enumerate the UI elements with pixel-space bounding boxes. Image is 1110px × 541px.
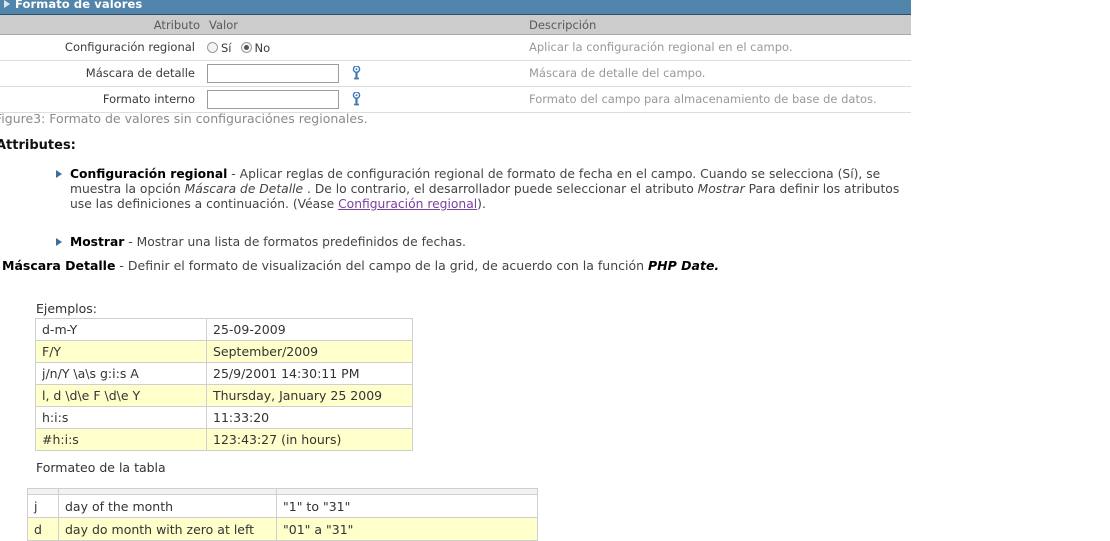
formato-interno-input[interactable] xyxy=(207,90,339,109)
example-result: Thursday, January 25 2009 xyxy=(206,384,413,407)
bullet-configuracion-regional: Configuración regional - Aplicar reglas … xyxy=(55,167,900,212)
field-description-formato-interno: Formato del campo para almacenamiento de… xyxy=(529,92,877,106)
panel-title-bar: Formato de valores xyxy=(0,0,911,15)
column-header-description: Descripción xyxy=(529,18,597,32)
attributes-heading: Attributes: xyxy=(0,138,76,153)
help-icon[interactable] xyxy=(351,66,362,81)
example-result: 123:43:27 (in hours) xyxy=(206,428,413,451)
table-row: #h:i:s 123:43:27 (in hours) xyxy=(35,428,413,451)
mascara-detalle-paragraph: Máscara Detalle - Definir el formato de … xyxy=(2,258,719,273)
bullet-italic-mostrar: Mostrar xyxy=(697,182,745,196)
collapse-triangle-icon[interactable] xyxy=(4,0,10,8)
field-label-mascara-de-detalle: Máscara de detalle xyxy=(85,66,195,80)
bullet-dash: - xyxy=(124,235,137,249)
format-range: "01" a "31" xyxy=(276,517,538,541)
link-configuracion-regional[interactable]: Configuración regional xyxy=(338,197,477,211)
example-format: l, d \d\e F \d\e Y xyxy=(35,384,207,407)
radio-si-icon[interactable] xyxy=(207,42,218,53)
field-label-configuracion-regional: Configuración regional xyxy=(64,40,195,54)
examples-table: d-m-Y 25-09-2009 F/Y September/2009 j/n/… xyxy=(35,318,413,451)
bullet-text-4: ). xyxy=(477,197,486,211)
panel-title-text: Formato de valores xyxy=(15,0,143,11)
format-description: day do month with zero at left xyxy=(58,517,277,541)
table-row: j/n/Y \a\s g:i:s A 25/9/2001 14:30:11 PM xyxy=(35,362,413,385)
example-format: #h:i:s xyxy=(35,428,207,451)
format-char: d xyxy=(27,517,59,541)
example-format: j/n/Y \a\s g:i:s A xyxy=(35,362,207,385)
column-header-row: Atributo Valor Descripción xyxy=(0,15,911,35)
format-range: "1" to "31" xyxy=(276,494,538,518)
bullet-mostrar: Mostrar - Mostrar una lista de formatos … xyxy=(55,235,900,250)
format-description: day of the month xyxy=(58,494,277,518)
field-value-mascara-de-detalle xyxy=(207,61,362,86)
radio-option-no[interactable]: No xyxy=(240,40,271,55)
field-description-mascara-de-detalle: Máscara de detalle del campo. xyxy=(529,66,706,80)
field-value-configuracion-regional: Sí No xyxy=(207,35,275,60)
mascara-detalle-text: Definir el formato de visualización del … xyxy=(127,258,649,273)
radio-option-si[interactable]: Sí xyxy=(207,41,232,55)
table-row: l, d \d\e F \d\e Y Thursday, January 25 … xyxy=(35,384,413,407)
formato-de-valores-panel: Formato de valores Atributo Valor Descri… xyxy=(0,0,911,113)
bullet-italic-mascara-de-detalle: Máscara de Detalle xyxy=(184,182,304,196)
form-row-configuracion-regional: Configuración regional Sí No Aplicar la … xyxy=(0,35,911,61)
example-result: 11:33:20 xyxy=(206,406,413,429)
column-header-value: Valor xyxy=(209,18,238,32)
mascara-detalle-emphasis: PHP Date. xyxy=(648,258,720,273)
example-format: h:i:s xyxy=(35,406,207,429)
table-row: d day do month with zero at left "01" a … xyxy=(27,517,538,541)
example-result: September/2009 xyxy=(206,340,413,363)
mascara-detalle-term: Máscara Detalle xyxy=(2,258,116,273)
radio-no-label: No xyxy=(254,40,271,55)
attributes-bullet-list: Configuración regional - Aplicar reglas … xyxy=(55,167,900,250)
formateo-de-la-tabla-title: Formateo de la tabla xyxy=(36,460,166,475)
format-characters-table: j day of the month "1" to "31" d day do … xyxy=(27,488,538,541)
field-label-formato-interno: Formato interno xyxy=(102,92,195,106)
ejemplos-title: Ejemplos: xyxy=(36,301,98,316)
bullet-text-2: . De lo contrario, el desarrollador pued… xyxy=(303,182,698,196)
bullet-dash: - xyxy=(227,167,240,181)
example-format: F/Y xyxy=(35,340,207,363)
bullet-text-mostrar: Mostrar una lista de formatos predefinid… xyxy=(136,235,466,249)
table-row: h:i:s 11:33:20 xyxy=(35,406,413,429)
table-row: j day of the month "1" to "31" xyxy=(27,494,538,518)
radio-si-label: Sí xyxy=(221,40,232,55)
figure-caption: Figure3: Formato de valores sin configur… xyxy=(0,111,368,126)
column-header-attribute: Atributo xyxy=(153,18,200,32)
example-format: d-m-Y xyxy=(35,318,207,341)
table-row: F/Y September/2009 xyxy=(35,340,413,363)
field-description-configuracion-regional: Aplicar la configuración regional en el … xyxy=(529,40,793,54)
bullet-term-configuracion-regional: Configuración regional xyxy=(70,167,228,181)
table-row: d-m-Y 25-09-2009 xyxy=(35,318,413,341)
bullet-term-mostrar: Mostrar xyxy=(70,235,125,249)
example-result: 25/9/2001 14:30:11 PM xyxy=(206,362,413,385)
form-row-mascara-de-detalle: Máscara de detalle Máscara de detalle de… xyxy=(0,61,911,87)
radio-no-icon[interactable] xyxy=(240,42,252,53)
form-row-formato-interno: Formato interno Formato del campo para a… xyxy=(0,87,911,113)
field-value-formato-interno xyxy=(207,87,362,112)
mascara-detalle-dash: - xyxy=(115,258,128,273)
help-icon[interactable] xyxy=(351,92,362,107)
example-result: 25-09-2009 xyxy=(206,318,413,341)
mascara-de-detalle-input[interactable] xyxy=(207,64,339,83)
format-char: j xyxy=(27,494,59,518)
